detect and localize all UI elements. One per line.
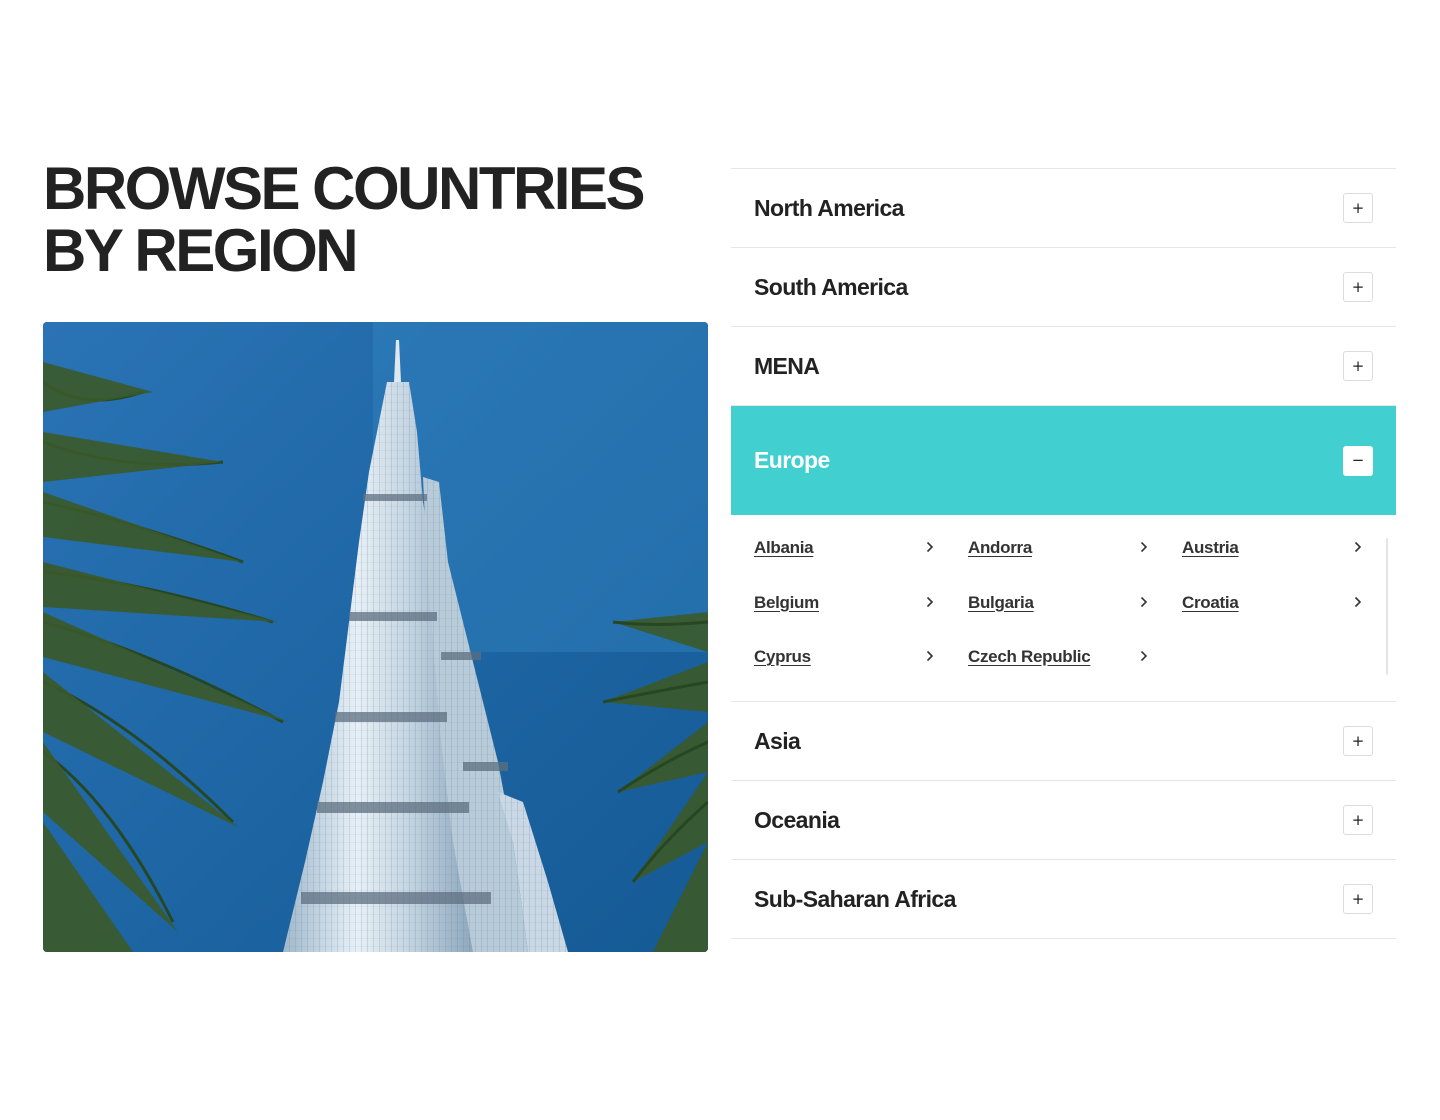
page-title-line-1: BROWSE COUNTRIES — [43, 155, 646, 222]
region-accordion: North America + South America + MENA + E… — [731, 168, 1396, 939]
country-link-cyprus[interactable]: Cyprus — [754, 647, 968, 702]
country-name: Andorra — [968, 538, 1033, 557]
plus-icon[interactable]: + — [1343, 272, 1373, 302]
region-title: Asia — [754, 727, 801, 754]
region-mena: MENA + — [731, 327, 1396, 406]
country-link-andorra[interactable]: Andorra — [968, 538, 1182, 593]
page-title-line-2: BY REGION — [43, 217, 359, 284]
country-name: Croatia — [1182, 592, 1239, 612]
region-header-mena[interactable]: MENA + — [731, 327, 1396, 405]
country-name: Austria — [1182, 538, 1239, 557]
region-title: Oceania — [754, 806, 840, 833]
chevron-right-icon — [1138, 538, 1150, 556]
region-header-south-america[interactable]: South America + — [731, 248, 1396, 326]
chevron-right-icon — [1352, 593, 1364, 611]
europe-country-panel: Albania Andorra Austria Belgium Bulgaria… — [731, 515, 1396, 701]
region-title: MENA — [754, 352, 820, 379]
region-europe: Europe − Albania Andorra Austria Belgium… — [731, 406, 1396, 702]
country-link-belgium[interactable]: Belgium — [754, 593, 968, 648]
plus-icon[interactable]: + — [1343, 884, 1373, 914]
region-photo — [43, 322, 708, 952]
country-name: Albania — [754, 538, 814, 557]
country-name: Belgium — [754, 592, 819, 612]
region-title: Europe — [754, 447, 830, 473]
country-name: Bulgaria — [968, 592, 1034, 612]
page: BROWSE COUNTRIES BY REGION North America… — [0, 0, 1440, 1120]
country-link-austria[interactable]: Austria — [1182, 538, 1396, 593]
country-link-croatia[interactable]: Croatia — [1182, 593, 1396, 648]
region-oceania: Oceania + — [731, 781, 1396, 860]
plus-icon[interactable]: + — [1343, 193, 1373, 223]
region-header-north-america[interactable]: North America + — [731, 169, 1396, 247]
country-name: Czech Republic — [968, 647, 1091, 666]
country-link-albania[interactable]: Albania — [754, 538, 968, 593]
region-title: North America — [754, 194, 904, 221]
minus-icon[interactable]: − — [1343, 445, 1373, 476]
chevron-right-icon — [924, 647, 936, 665]
chevron-right-icon — [1138, 647, 1150, 665]
region-asia: Asia + — [731, 702, 1396, 781]
region-header-asia[interactable]: Asia + — [731, 702, 1396, 780]
region-header-sub-saharan-africa[interactable]: Sub-Saharan Africa + — [731, 860, 1396, 938]
region-south-america: South America + — [731, 248, 1396, 327]
region-title: South America — [754, 273, 908, 300]
plus-icon[interactable]: + — [1343, 726, 1373, 756]
chevron-right-icon — [924, 593, 936, 611]
country-link-bulgaria[interactable]: Bulgaria — [968, 593, 1182, 648]
country-name: Cyprus — [754, 647, 811, 666]
chevron-right-icon — [1352, 538, 1364, 556]
region-north-america: North America + — [731, 169, 1396, 248]
chevron-right-icon — [1138, 593, 1150, 611]
plus-icon[interactable]: + — [1343, 805, 1373, 835]
country-grid: Albania Andorra Austria Belgium Bulgaria… — [754, 538, 1396, 702]
region-title: Sub-Saharan Africa — [754, 885, 956, 912]
page-title: BROWSE COUNTRIES BY REGION — [43, 158, 703, 282]
country-link-czech-republic[interactable]: Czech Republic — [968, 647, 1182, 702]
chevron-right-icon — [924, 538, 936, 556]
region-header-oceania[interactable]: Oceania + — [731, 781, 1396, 859]
region-sub-saharan-africa: Sub-Saharan Africa + — [731, 860, 1396, 939]
panel-scrollbar[interactable] — [1386, 538, 1388, 675]
plus-icon[interactable]: + — [1343, 351, 1373, 381]
region-header-europe[interactable]: Europe − — [731, 406, 1396, 515]
